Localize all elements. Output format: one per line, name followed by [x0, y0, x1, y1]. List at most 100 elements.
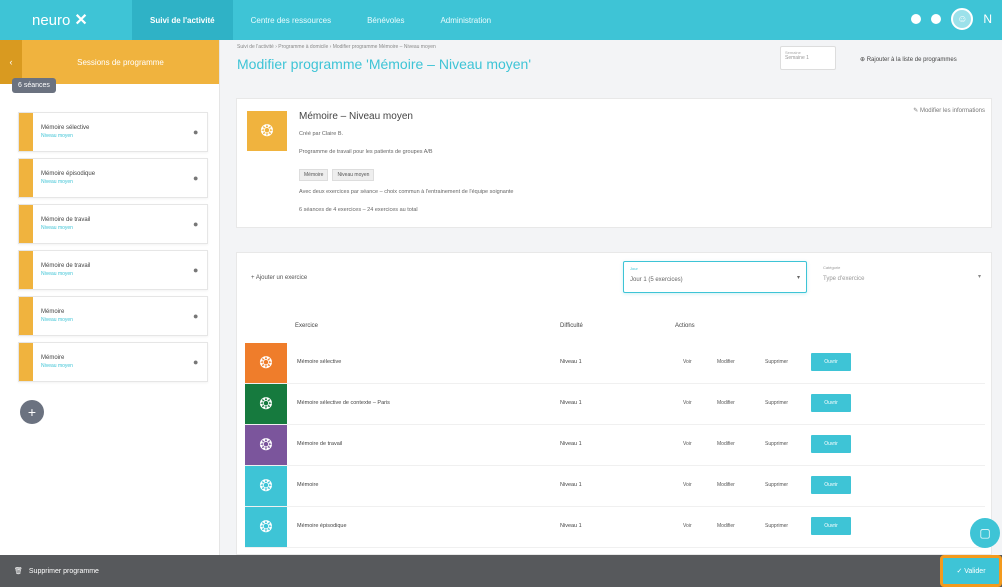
open-button[interactable]: Ouvrir: [811, 517, 851, 535]
brain-icon: ❂: [245, 343, 287, 383]
col-exercise: Exercice: [295, 323, 319, 329]
session-sub: Niveau moyen: [41, 179, 73, 185]
program-meta: Avec deux exercices par séance – choix c…: [299, 189, 514, 195]
bell-icon[interactable]: [911, 14, 922, 24]
modify-info-link[interactable]: ✎ Modifier les informations: [913, 107, 985, 114]
sidebar-title: Sessions de programme: [77, 57, 164, 67]
week-select-value: Semaine 1: [785, 55, 809, 61]
view-link[interactable]: Voir: [683, 482, 692, 488]
exercise-name: Mémoire sélective de contexte – Paris: [297, 400, 390, 406]
col-actions: Actions: [675, 323, 695, 329]
save-label: Valider: [964, 567, 986, 575]
session-item[interactable]: Mémoire épisodique Niveau moyen ●: [18, 158, 208, 198]
exercise-level: Niveau 1: [560, 359, 582, 365]
open-button[interactable]: Ouvrir: [811, 435, 851, 453]
view-link[interactable]: Voir: [683, 359, 692, 365]
exercise-level: Niveau 1: [560, 400, 582, 406]
drag-handle-icon[interactable]: ●: [193, 265, 207, 275]
session-name: Mémoire de travail: [41, 217, 91, 223]
logo-icon: N: [983, 12, 992, 26]
type-select-label: Catégorie: [823, 265, 841, 270]
drag-handle-icon[interactable]: ●: [193, 173, 207, 183]
open-button[interactable]: Ouvrir: [811, 476, 851, 494]
program-tags: Mémoire Niveau moyen: [299, 169, 375, 181]
table-row: ❂ Mémoire sélective de contexte – Paris …: [245, 384, 985, 425]
week-select[interactable]: Semaine Semaine 1: [780, 46, 836, 70]
drag-handle-icon[interactable]: ●: [193, 311, 207, 321]
exercise-name: Mémoire: [297, 482, 319, 488]
table-row: ❂ Mémoire Niveau 1 Voir Modifier Supprim…: [245, 466, 985, 507]
app-logo[interactable]: neuro ✕: [0, 10, 120, 30]
bottom-action-bar: 🗑 Supprimer programme ✓ Valider: [0, 555, 1002, 587]
drag-handle-icon[interactable]: ●: [193, 357, 207, 367]
program-meta: Programme de travail pour les patients d…: [299, 149, 433, 155]
session-name: Mémoire épisodique: [41, 171, 96, 177]
edit-link[interactable]: Modifier: [717, 523, 735, 529]
tab-benevoles[interactable]: Bénévoles: [349, 0, 422, 40]
session-sub: Niveau moyen: [41, 133, 73, 139]
chevron-down-icon: ▾: [796, 275, 800, 281]
program-name: Mémoire – Niveau moyen: [299, 111, 413, 122]
program-card: ❂ Mémoire – Niveau moyen Créé par Claire…: [236, 98, 992, 228]
exercise-name: Mémoire épisodique: [297, 523, 347, 529]
edit-link[interactable]: Modifier: [717, 400, 735, 406]
tab-suivi-activite[interactable]: Suivi de l'activité: [132, 0, 233, 40]
session-item[interactable]: Mémoire Niveau moyen ●: [18, 342, 208, 382]
exercise-name: Mémoire de travail: [297, 441, 343, 447]
edit-link[interactable]: Modifier: [717, 482, 735, 488]
view-link[interactable]: Voir: [683, 523, 692, 529]
exercise-level: Niveau 1: [560, 523, 582, 529]
session-sub: Niveau moyen: [41, 271, 73, 277]
drag-handle-icon[interactable]: ●: [193, 127, 207, 137]
tab-administration[interactable]: Administration: [422, 0, 509, 40]
delete-program-button[interactable]: 🗑 Supprimer programme: [14, 567, 99, 576]
check-icon: ✓: [956, 568, 965, 575]
remove-link[interactable]: Supprimer: [765, 523, 788, 529]
type-select[interactable]: Catégorie Type d'exercice ▾: [817, 261, 987, 293]
brain-icon: ❂: [245, 466, 287, 506]
top-navbar: neuro ✕ Suivi de l'activité Centre des r…: [0, 0, 1002, 40]
exercise-level: Niveau 1: [560, 441, 582, 447]
day-select-value: Jour 1 (5 exercices): [630, 277, 683, 283]
session-name: Mémoire sélective: [41, 125, 90, 131]
day-select[interactable]: Jour Jour 1 (5 exercices) ▾: [623, 261, 807, 293]
session-name: Mémoire: [41, 309, 65, 315]
add-exercise-button[interactable]: + Ajouter un exercice: [251, 275, 307, 281]
tag: Mémoire: [299, 169, 329, 181]
session-count-badge: 6 séances: [12, 78, 56, 93]
session-item[interactable]: Mémoire sélective Niveau moyen ●: [18, 112, 208, 152]
program-meta: Créé par Claire B.: [299, 131, 344, 137]
remove-link[interactable]: Supprimer: [765, 359, 788, 365]
table-row: ❂ Mémoire de travail Niveau 1 Voir Modif…: [245, 425, 985, 466]
session-item[interactable]: Mémoire Niveau moyen ●: [18, 296, 208, 336]
open-button[interactable]: Ouvrir: [811, 353, 851, 371]
remove-link[interactable]: Supprimer: [765, 441, 788, 447]
delete-program-label: Supprimer programme: [28, 567, 99, 575]
day-select-label: Jour: [630, 266, 638, 271]
brain-icon: ❂: [247, 111, 287, 151]
remove-link[interactable]: Supprimer: [765, 482, 788, 488]
type-select-value: Type d'exercice: [823, 276, 865, 282]
view-link[interactable]: Voir: [683, 400, 692, 406]
add-session-button[interactable]: +: [20, 400, 44, 424]
remove-link[interactable]: Supprimer: [765, 400, 788, 406]
add-to-programs-link[interactable]: ⊕ Rajouter à la liste de programmes: [860, 56, 957, 63]
session-list: Mémoire sélective Niveau moyen ● Mémoire…: [18, 112, 208, 388]
view-link[interactable]: Voir: [683, 441, 692, 447]
open-button[interactable]: Ouvrir: [811, 394, 851, 412]
save-button[interactable]: ✓ Valider: [940, 555, 1002, 587]
drag-handle-icon[interactable]: ●: [193, 219, 207, 229]
edit-link[interactable]: Modifier: [717, 441, 735, 447]
exercise-rows: ❂ Mémoire sélective Niveau 1 Voir Modifi…: [245, 343, 985, 548]
edit-link[interactable]: Modifier: [717, 359, 735, 365]
nav-icons: ☺ N: [911, 8, 992, 30]
brain-icon: ❂: [245, 507, 287, 547]
tab-centre-ressources[interactable]: Centre des ressources: [233, 0, 349, 40]
help-icon[interactable]: [931, 14, 942, 24]
trash-icon: 🗑: [14, 568, 23, 575]
session-item[interactable]: Mémoire de travail Niveau moyen ●: [18, 250, 208, 290]
chat-icon[interactable]: ▢: [970, 518, 1000, 548]
session-item[interactable]: Mémoire de travail Niveau moyen ●: [18, 204, 208, 244]
exercise-level: Niveau 1: [560, 482, 582, 488]
avatar-icon[interactable]: ☺: [951, 8, 974, 30]
